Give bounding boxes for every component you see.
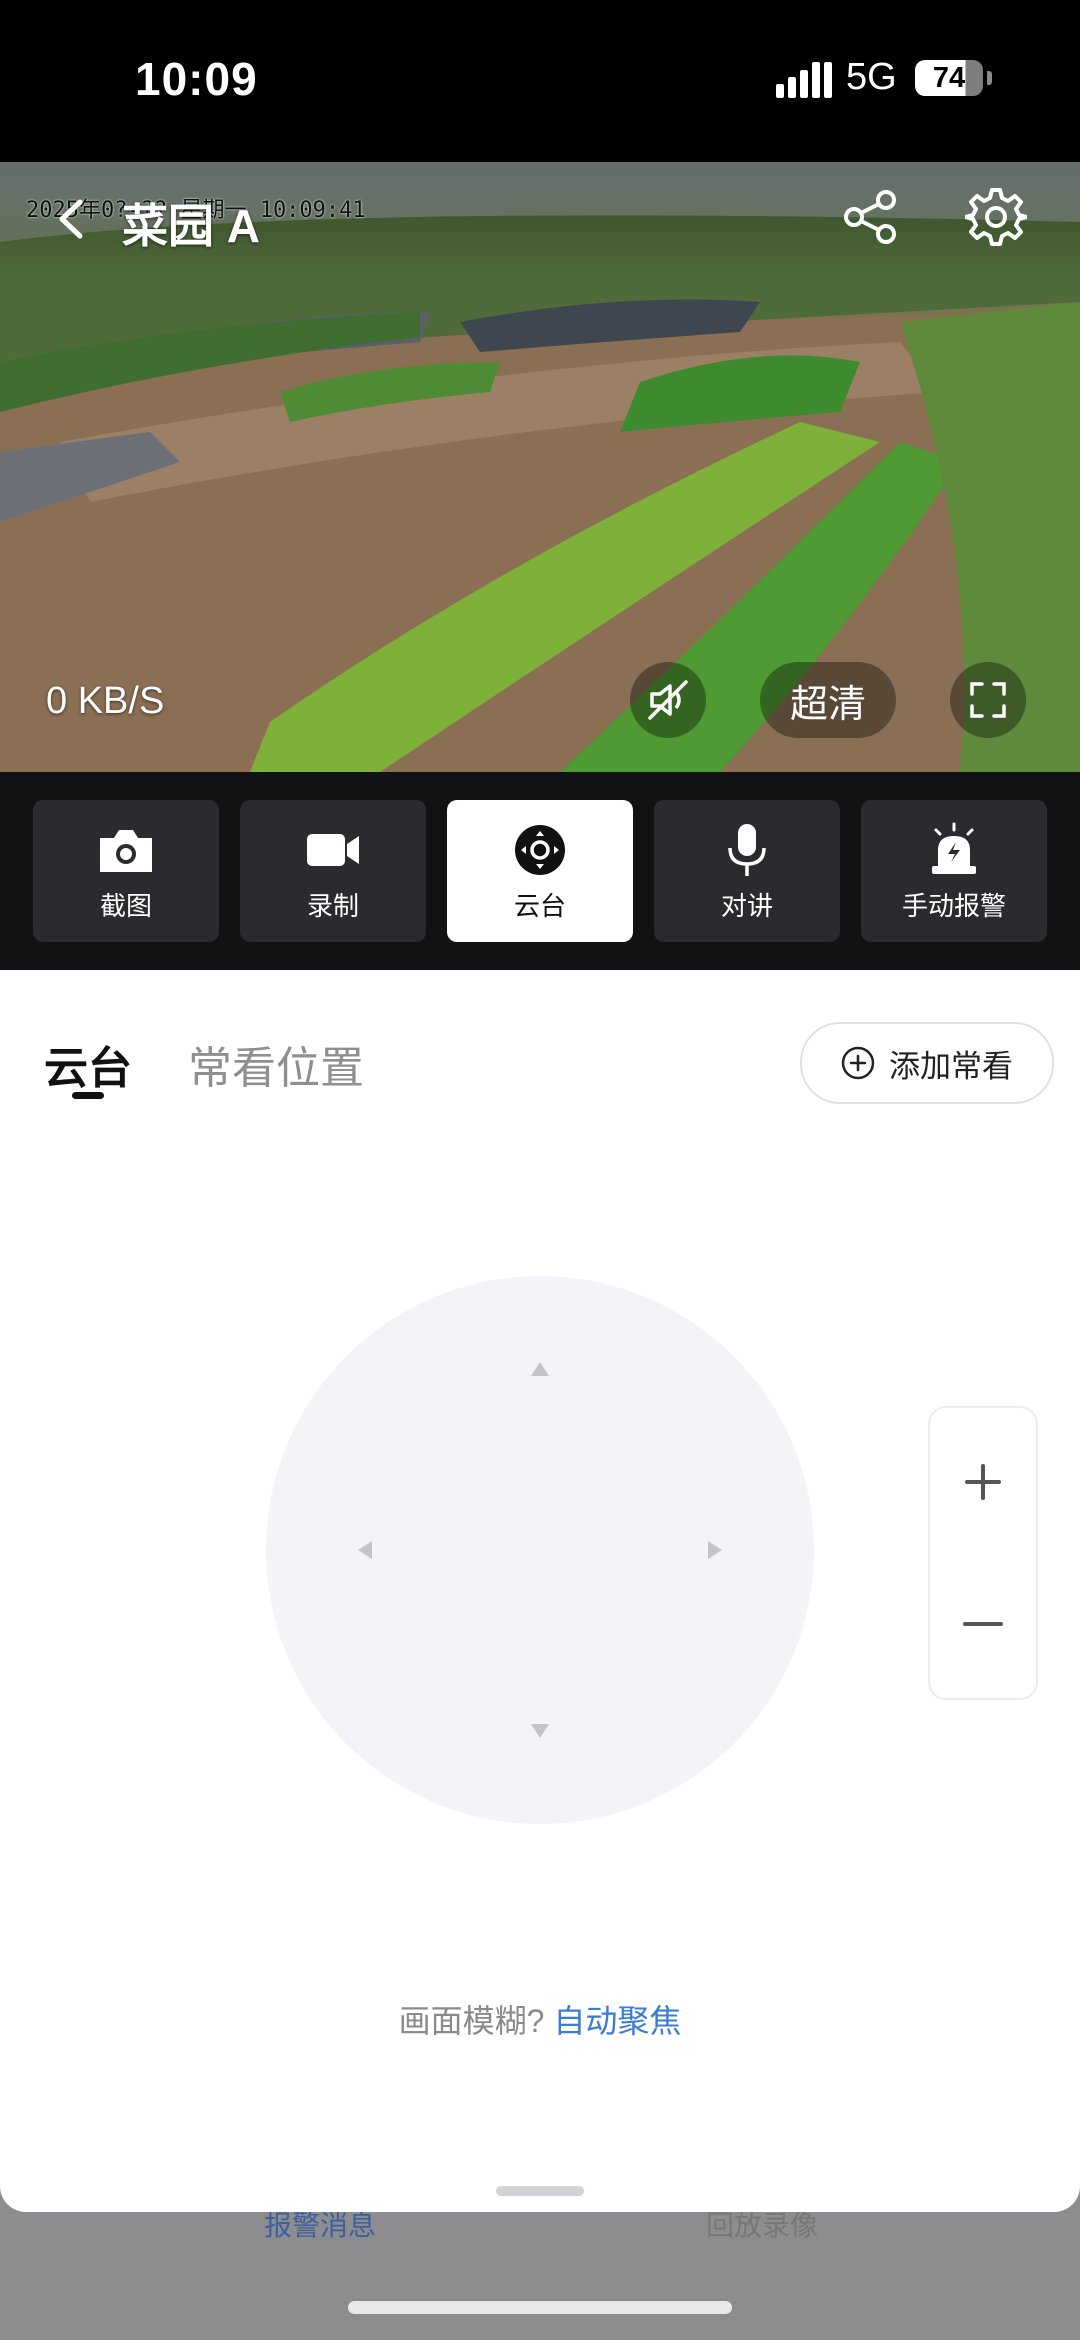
talk-button[interactable]: 对讲 [654, 800, 840, 942]
share-icon[interactable] [840, 186, 902, 248]
video-record-icon [303, 822, 363, 878]
sheet-handle[interactable] [496, 2186, 584, 2196]
screenshot-button[interactable]: 截图 [33, 800, 219, 942]
control-toolbar: 截图 录制 云台 对讲 手动报警 [0, 772, 1080, 970]
ptz-icon [510, 822, 570, 878]
blur-prompt: 画面模糊? [398, 2003, 545, 2039]
tool-label: 录制 [306, 891, 359, 921]
record-button[interactable]: 录制 [240, 800, 426, 942]
zoom-out-button[interactable] [930, 1564, 1036, 1684]
camera-video-feed[interactable]: 2025年0?-?? 星期一 10:09:41 菜园 A 0 KB/S 超清 [0, 162, 1080, 772]
camera-icon [96, 822, 156, 878]
gear-icon[interactable] [965, 186, 1027, 248]
bitrate-readout: 0 KB/S [46, 680, 165, 722]
arrow-up-icon[interactable] [520, 1350, 560, 1390]
battery-tip [987, 71, 992, 85]
camera-title: 菜园 A [122, 200, 260, 252]
tool-label: 手动报警 [901, 891, 1006, 921]
tab-ptz[interactable]: 云台 [44, 1032, 132, 1096]
autofocus-link[interactable]: 自动聚焦 [553, 2003, 681, 2039]
plus-icon [965, 1464, 1001, 1500]
minus-icon [963, 1622, 1003, 1626]
quality-button[interactable]: 超清 [760, 662, 896, 738]
ptz-joystick[interactable] [266, 1276, 814, 1824]
manual-alarm-button[interactable]: 手动报警 [861, 800, 1047, 942]
zoom-in-button[interactable] [930, 1422, 1036, 1542]
ptz-panel: 云台 常看位置 添加常看 画面模糊? 自动聚焦 [0, 970, 1080, 2212]
arrow-left-icon[interactable] [346, 1530, 386, 1570]
fullscreen-button[interactable] [950, 662, 1026, 738]
signal-icon [776, 62, 832, 98]
tool-label: 云台 [513, 891, 566, 921]
ptz-button[interactable]: 云台 [447, 800, 633, 942]
fullscreen-icon [970, 682, 1006, 718]
status-time: 10:09 [135, 53, 258, 105]
autofocus-hint: 画面模糊? 自动聚焦 [0, 1996, 1080, 2042]
microphone-icon [717, 822, 777, 878]
battery-level: 74 [932, 61, 966, 94]
battery-icon: 74 [915, 60, 983, 96]
status-bar: 10:09 5G 74 [0, 0, 1080, 162]
back-arrow-icon[interactable] [48, 194, 98, 244]
add-favorite-button[interactable]: 添加常看 [800, 1022, 1054, 1104]
alarm-icon [924, 822, 984, 878]
add-favorite-label: 添加常看 [889, 1048, 1013, 1084]
tab-favorite-positions[interactable]: 常看位置 [188, 1032, 364, 1096]
arrow-down-icon[interactable] [520, 1710, 560, 1750]
mute-button[interactable] [630, 662, 706, 738]
network-type: 5G [846, 56, 897, 98]
arrow-right-icon[interactable] [694, 1530, 734, 1570]
tool-label: 截图 [99, 891, 152, 921]
active-tab-indicator [72, 1092, 104, 1099]
plus-circle-icon [841, 1046, 875, 1080]
speaker-muted-icon [648, 680, 688, 720]
tool-label: 对讲 [720, 891, 773, 921]
zoom-control [928, 1406, 1038, 1700]
home-indicator[interactable] [348, 2301, 732, 2314]
